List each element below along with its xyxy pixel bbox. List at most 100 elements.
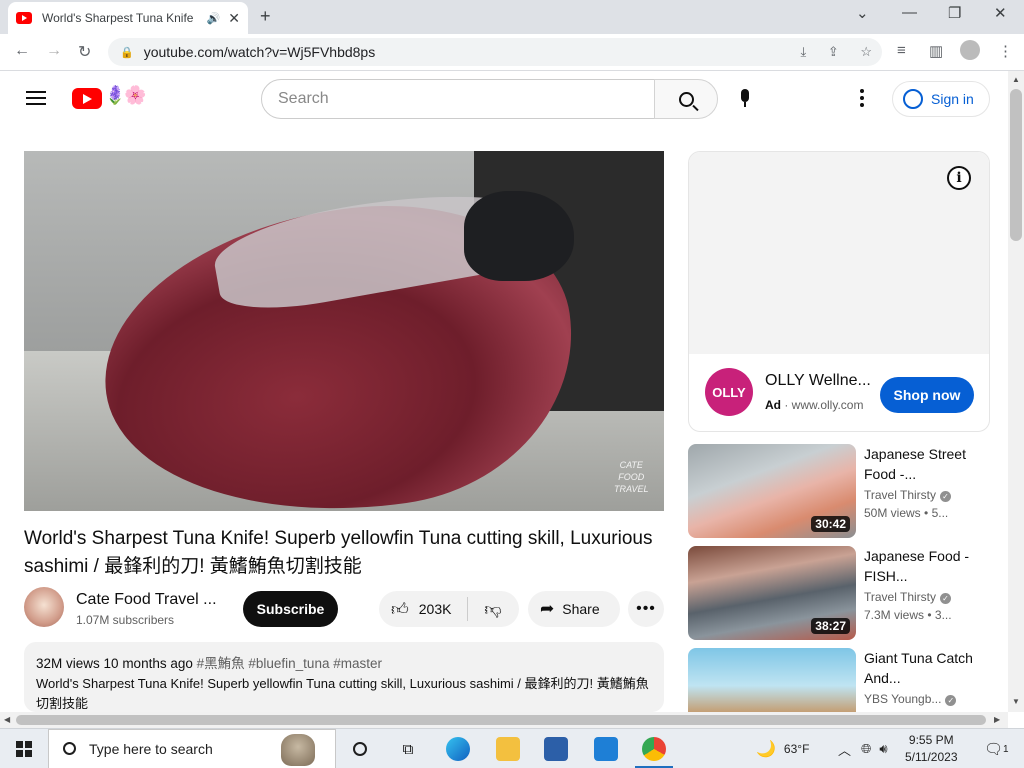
thumbs-down-icon: 👎︎ (484, 599, 502, 619)
share-label: Share (562, 601, 600, 617)
weather-temp: 63°F (783, 742, 810, 756)
ad-label: Ad (765, 398, 781, 412)
cortana-icon[interactable] (348, 737, 372, 761)
profile-avatar[interactable] (960, 40, 980, 64)
description-text: World's Sharpest Tuna Knife! Superb yell… (36, 676, 649, 711)
like-count: 203K (418, 601, 452, 617)
restore-button[interactable]: ❐ (948, 4, 961, 22)
task-view-icon[interactable]: ⧉ (396, 737, 420, 761)
verified-check-icon: ✓ (940, 593, 952, 604)
video-player[interactable]: CATE FOOD TRAVEL (24, 151, 664, 511)
media-control-icon[interactable]: ≡ (897, 42, 906, 59)
weather-widget[interactable]: 🌙 63°F (756, 729, 809, 768)
taskbar-search-input[interactable]: Type here to search (48, 729, 336, 768)
dislike-button[interactable]: 👎︎ (468, 599, 518, 620)
youtube-doodle[interactable]: 🪻🌸 (104, 85, 147, 106)
recommended-meta: 50M views • 5... (864, 506, 949, 520)
network-globe-icon[interactable]: 🌐︎ (861, 741, 871, 757)
reload-button[interactable]: ↻ (78, 42, 91, 62)
vertical-scrollbar[interactable]: ▲ ▼ (1008, 71, 1024, 712)
youtube-logo[interactable] (72, 88, 102, 109)
microsoft-store-icon[interactable] (544, 737, 568, 761)
recommended-meta: 7.3M views • 3... (864, 608, 952, 622)
scroll-right-arrow[interactable]: ▶ (994, 715, 1000, 724)
lock-icon[interactable]: 🔒 (120, 46, 134, 59)
channel-avatar[interactable] (24, 587, 64, 627)
scroll-down-arrow[interactable]: ▼ (1012, 697, 1020, 706)
channel-subscribers: 1.07M subscribers (76, 613, 175, 627)
recommended-channel: Travel Thirsty ✓ (864, 488, 952, 502)
ad-info-icon[interactable]: i (947, 166, 971, 190)
scroll-left-arrow[interactable]: ◀ (4, 715, 10, 724)
chrome-icon[interactable] (642, 737, 666, 761)
ad-title[interactable]: OLLY Wellne... (765, 372, 870, 390)
back-button[interactable]: ← (14, 42, 30, 60)
recommended-title[interactable]: Japanese Street Food -... (864, 444, 982, 484)
browser-tab-strip: World's Sharpest Tuna Knife 🔊 ✕ + ⌄ — ❐ … (0, 0, 1024, 34)
share-button[interactable]: ➦ Share (528, 591, 620, 627)
settings-more-icon[interactable] (860, 89, 864, 110)
voice-search-mic-icon[interactable] (739, 89, 751, 111)
volume-icon[interactable]: 🔊︎ (879, 741, 887, 757)
description-box[interactable]: 32M views 10 months ago #黑鮪魚 #bluefin_tu… (24, 642, 664, 712)
recommended-title[interactable]: Giant Tuna Catch And... (864, 648, 982, 688)
ad-media[interactable] (689, 152, 989, 354)
forward-button[interactable]: → (46, 42, 62, 60)
close-tab-icon[interactable]: ✕ (228, 10, 240, 27)
weather-moon-icon: 🌙 (756, 741, 776, 758)
ad-logo[interactable]: OLLY (705, 368, 753, 416)
recommended-video[interactable]: 38:27 Japanese Food - FISH... Travel Thi… (688, 546, 998, 641)
mail-icon[interactable] (594, 737, 618, 761)
address-bar[interactable]: 🔒 youtube.com/watch?v=Wj5FVhbd8ps ⤓ ⇪ ☆ (108, 38, 882, 66)
youtube-header: 🪻🌸 Search Sign in (0, 71, 1008, 127)
recommended-video[interactable]: 30:42 Japanese Street Food -... Travel T… (688, 444, 998, 539)
more-actions-button[interactable]: ••• (628, 591, 664, 627)
speaker-icon[interactable]: 🔊 (207, 12, 221, 25)
video-thumbnail[interactable] (688, 648, 856, 712)
share-page-icon[interactable]: ⇪ (828, 44, 839, 59)
search-highlight-image[interactable] (281, 734, 315, 766)
recommended-title[interactable]: Japanese Food - FISH... (864, 546, 982, 586)
clock-time: 9:55 PM (908, 733, 954, 747)
verified-check-icon: ✓ (945, 695, 957, 706)
gloved-hand-image (464, 191, 574, 281)
system-clock[interactable]: 9:55 PM 5/11/2023 (905, 732, 958, 766)
bookmark-star-icon[interactable]: ☆ (860, 44, 872, 59)
new-tab-button[interactable]: + (260, 6, 271, 27)
like-button[interactable]: 👍︎ 203K (379, 597, 468, 621)
vertical-scroll-thumb[interactable] (1010, 89, 1022, 241)
scroll-up-arrow[interactable]: ▲ (1012, 75, 1020, 84)
browser-menu-icon[interactable]: ⋮ (998, 42, 1013, 60)
notifications-icon[interactable]: 🗨︎ 1 (984, 729, 1009, 768)
video-thumbnail[interactable]: 38:27 (688, 546, 856, 640)
hashtags[interactable]: #黑鮪魚 #bluefin_tuna #master (197, 656, 382, 671)
ad-card[interactable]: i OLLY OLLY Wellne... Ad · www.olly.com … (688, 151, 990, 432)
search-button[interactable] (654, 79, 718, 119)
show-hidden-icons-icon[interactable]: ︿ (838, 740, 851, 759)
hamburger-menu-icon[interactable] (26, 91, 46, 105)
sign-in-label: Sign in (931, 91, 974, 107)
channel-name[interactable]: Cate Food Travel ... (76, 591, 217, 609)
subscribe-button[interactable]: Subscribe (243, 591, 338, 627)
file-explorer-icon[interactable] (496, 737, 520, 761)
tab-search-icon[interactable]: ⌄ (856, 4, 869, 22)
video-thumbnail[interactable]: 30:42 (688, 444, 856, 538)
horizontal-scrollbar[interactable]: ◀ ▶ (0, 712, 1008, 728)
windows-taskbar: Type here to search ⧉ 🌙 63°F ︿ 🌐︎ 🔊︎ 9:5… (0, 728, 1024, 768)
close-window-button[interactable]: ✕ (994, 4, 1007, 22)
video-title: World's Sharpest Tuna Knife! Superb yell… (24, 528, 653, 577)
shop-now-button[interactable]: Shop now (880, 377, 974, 413)
sign-in-button[interactable]: Sign in (892, 81, 990, 117)
clock-date: 5/11/2023 (905, 750, 958, 764)
recommended-video[interactable]: Giant Tuna Catch And... YBS Youngb... ✓ (688, 648, 998, 712)
thumbs-up-icon: 👍︎ (391, 599, 409, 619)
horizontal-scroll-thumb[interactable] (16, 715, 986, 725)
upload-age: 10 months ago (103, 656, 193, 671)
install-icon[interactable]: ⤓ (800, 44, 806, 59)
minimize-button[interactable]: — (902, 4, 917, 21)
edge-browser-icon[interactable] (446, 737, 470, 761)
side-panel-icon[interactable]: ▥ (929, 42, 943, 60)
browser-tab-active[interactable]: World's Sharpest Tuna Knife 🔊 ✕ (8, 2, 248, 34)
search-input[interactable]: Search (261, 79, 655, 119)
windows-start-icon[interactable] (16, 741, 32, 757)
